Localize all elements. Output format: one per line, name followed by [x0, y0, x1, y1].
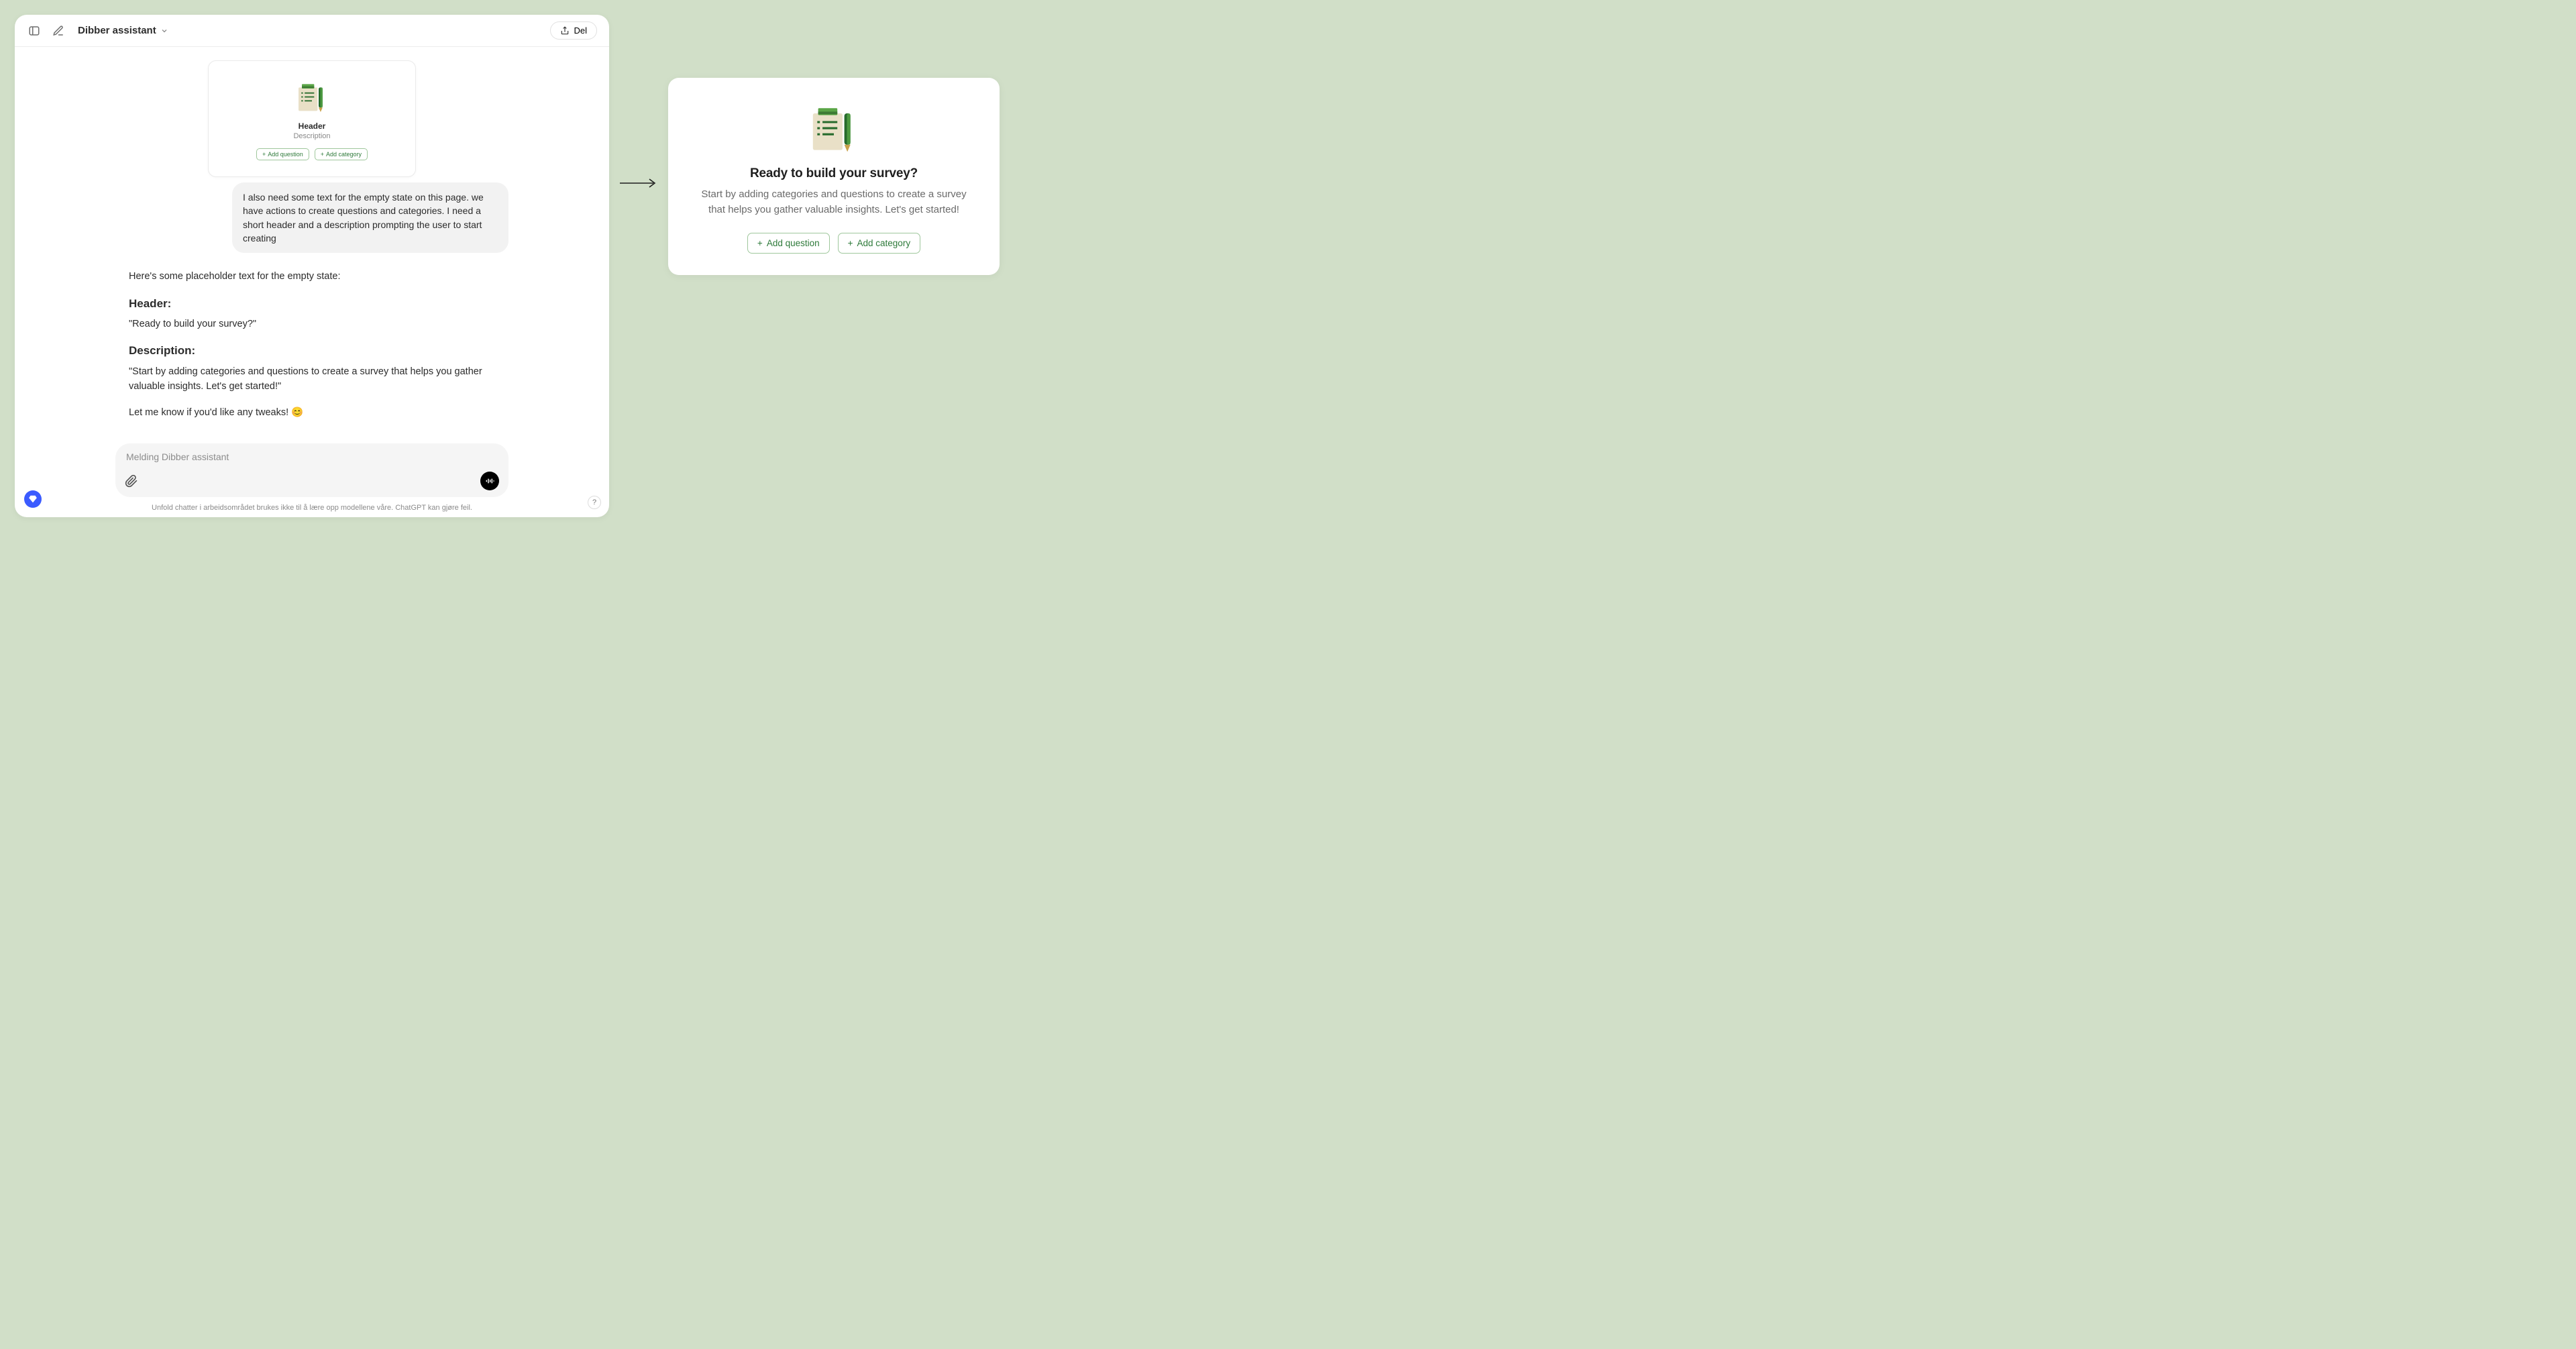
embedded-description: Description: [222, 132, 402, 140]
share-label: Del: [574, 25, 587, 36]
clipboard-icon: [222, 84, 402, 113]
add-category-label: Add category: [857, 238, 911, 248]
clipboard-icon: [694, 107, 974, 154]
result-empty-state-card: Ready to build your survey? Start by add…: [668, 78, 1000, 275]
chat-body: Header Description +Add question +Add ca…: [15, 47, 609, 431]
embedded-add-question-button: +Add question: [256, 148, 309, 160]
message-placeholder: Melding Dibber assistant: [125, 451, 499, 462]
voice-button[interactable]: [480, 472, 499, 490]
attach-button[interactable]: [125, 474, 138, 488]
add-question-label: Add question: [767, 238, 820, 248]
waveform-icon: [484, 476, 495, 486]
share-icon: [560, 26, 570, 36]
assistant-header-value: "Ready to build your survey?": [129, 317, 495, 331]
assistant-message: Here's some placeholder text for the emp…: [42, 269, 582, 420]
message-input[interactable]: Melding Dibber assistant: [115, 443, 508, 497]
chat-title-dropdown[interactable]: Dibber assistant: [78, 25, 168, 36]
share-button[interactable]: Del: [550, 21, 597, 40]
chat-title: Dibber assistant: [78, 25, 156, 36]
chat-header: Dibber assistant Del: [15, 15, 609, 47]
add-question-button[interactable]: + Add question: [747, 233, 830, 254]
help-button[interactable]: ?: [588, 496, 601, 509]
sidebar-toggle-icon[interactable]: [27, 23, 42, 38]
chevron-down-icon: [160, 27, 168, 35]
assistant-outro: Let me know if you'd like any tweaks! 😊: [129, 405, 495, 420]
embedded-empty-state-card: Header Description +Add question +Add ca…: [208, 60, 416, 177]
arrow-icon: [620, 178, 657, 186]
embedded-add-category-button: +Add category: [315, 148, 368, 160]
result-header: Ready to build your survey?: [694, 166, 974, 181]
add-category-button[interactable]: + Add category: [838, 233, 920, 254]
result-description: Start by adding categories and questions…: [694, 186, 974, 218]
disclaimer-text: Unfold chatter i arbeidsområdet brukes i…: [15, 501, 609, 517]
brand-badge[interactable]: [24, 490, 42, 508]
embedded-header: Header: [222, 121, 402, 131]
plus-icon: +: [848, 238, 853, 248]
assistant-description-label: Description:: [129, 342, 495, 360]
chat-panel: Dibber assistant Del: [15, 15, 609, 517]
plus-icon: +: [757, 238, 763, 248]
diamond-icon: [28, 494, 38, 504]
new-chat-icon[interactable]: [51, 23, 66, 38]
assistant-intro: Here's some placeholder text for the emp…: [129, 269, 495, 284]
user-message: I also need some text for the empty stat…: [232, 182, 508, 253]
assistant-description-value: "Start by adding categories and question…: [129, 364, 495, 394]
assistant-header-label: Header:: [129, 295, 495, 313]
